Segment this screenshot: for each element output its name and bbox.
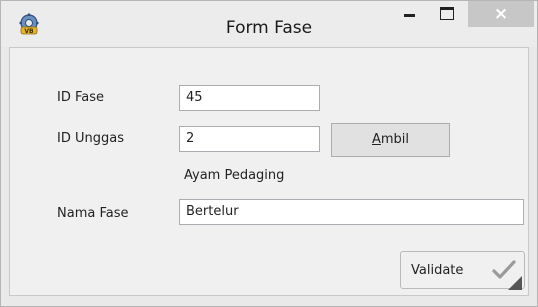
nama-fase-field[interactable]: Bertelur [179,199,524,225]
id-fase-field[interactable]: 45 [179,85,320,111]
close-icon: × [493,4,509,24]
id-unggas-label: ID Unggas [57,131,124,146]
validate-button[interactable]: Validate [400,251,525,289]
form-fase-window: VB Form Fase × ID Fase 45 ID Unggas 2 Am… [0,0,538,307]
ambil-label-rest: mbil [380,132,410,147]
id-fase-label: ID Fase [57,90,104,105]
title-bar[interactable]: VB Form Fase × [1,1,537,47]
ambil-mnemonic: A [371,132,381,147]
close-button[interactable]: × [468,1,534,27]
id-unggas-field[interactable]: 2 [179,126,320,152]
unggas-name-text: Ayam Pedaging [184,168,285,183]
nama-fase-label: Nama Fase [57,206,129,221]
ambil-button[interactable]: Ambil [331,123,450,157]
resize-grip-icon[interactable] [508,276,522,290]
minimize-button[interactable] [391,1,431,27]
validate-label: Validate [411,263,464,278]
minimize-icon [404,14,415,17]
maximize-button[interactable] [429,1,469,27]
maximize-icon [440,7,454,20]
